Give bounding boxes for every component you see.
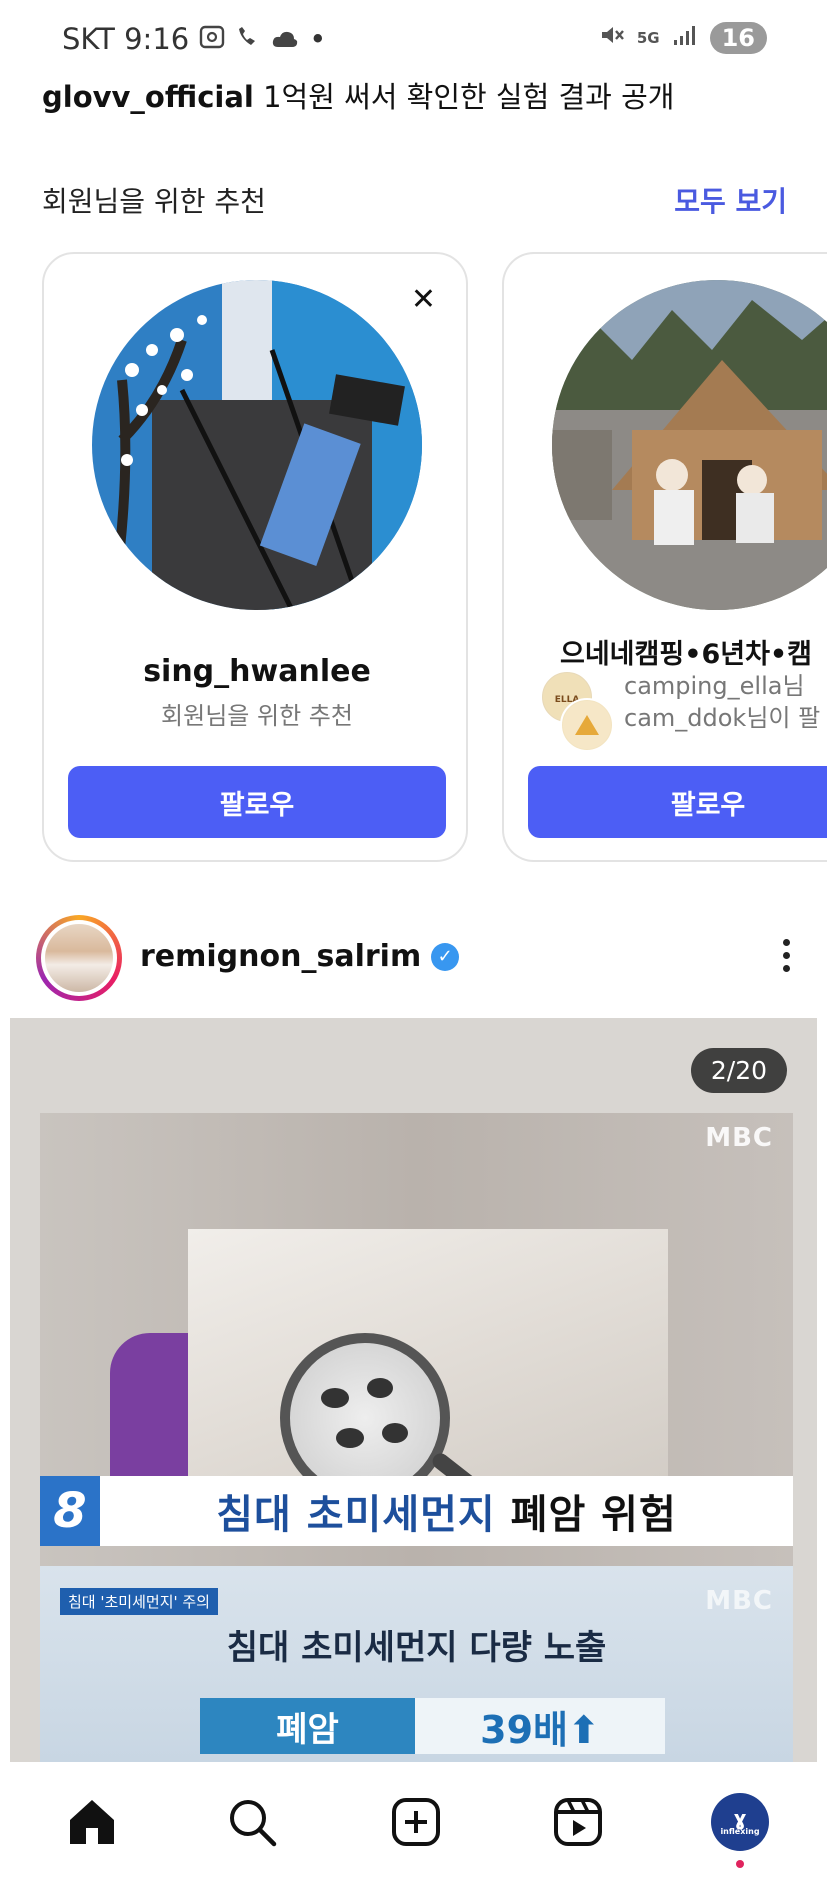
mutual-line2: cam_ddok님이 팔 — [624, 704, 821, 732]
channel-number: 8 — [40, 1476, 100, 1546]
news-headline-bar: 8 침대 초미세먼지 폐암 위험 — [40, 1476, 793, 1546]
suggestion-card[interactable]: 으네네캠핑•6년차•캠 ELLA camping_ella님 cam_ddok님… — [502, 252, 827, 862]
post-username-text[interactable]: remignon_salrim — [140, 939, 421, 974]
follow-button[interactable]: 팔로우 — [528, 766, 827, 838]
reels-icon[interactable] — [548, 1792, 608, 1852]
status-right: 5G 16 — [599, 22, 767, 54]
network-label: 5G — [636, 29, 660, 47]
suggestion-subtitle: 회원님을 위한 추천 — [161, 702, 353, 730]
news-frame-bottom: 침대 '초미세먼지' 주의 MBC 침대 초미세먼지 다량 노출 폐암 39배⬆ — [40, 1566, 793, 1762]
suggestion-name[interactable]: sing_hwanlee — [44, 654, 466, 689]
suggestions-header: 회원님을 위한 추천 모두 보기 — [42, 180, 787, 220]
suggestions-title: 회원님을 위한 추천 — [42, 185, 266, 218]
dot-icon: • — [309, 22, 327, 56]
more-options-icon[interactable] — [776, 939, 796, 979]
avatar[interactable]: ɣ inflexing — [711, 1793, 769, 1851]
news-small-tag: 침대 '초미세먼지' 주의 — [60, 1588, 218, 1615]
status-bar: SKT 9:16 • 5G 16 — [0, 0, 827, 72]
suggestion-avatar[interactable] — [552, 280, 827, 610]
status-left: SKT 9:16 • — [62, 22, 326, 56]
stat-value: 39배⬆ — [415, 1698, 665, 1754]
post-username[interactable]: remignon_salrim ✓ — [140, 939, 460, 974]
create-post-icon[interactable] — [386, 1792, 446, 1852]
post-avatar[interactable] — [41, 920, 117, 996]
mute-icon — [599, 23, 625, 53]
broadcaster-logo: MBC — [705, 1123, 773, 1153]
mutual-avatar — [560, 698, 614, 752]
headline-2: 침대 초미세먼지 다량 노출 — [226, 1628, 607, 1668]
stat-label: 폐암 — [200, 1698, 415, 1754]
suggestion-card[interactable]: ✕ sing_hwanlee 회원님을 위한 추천 팔로우 — [42, 252, 468, 862]
close-icon[interactable]: ✕ — [411, 282, 436, 317]
caption-username[interactable]: glovv_official — [42, 80, 254, 114]
post-header: remignon_salrim ✓ — [36, 915, 796, 1003]
mutual-text: camping_ella님 cam_ddok님이 팔 — [624, 670, 820, 734]
follow-button[interactable]: 팔로우 — [68, 766, 446, 838]
bottom-nav: ɣ inflexing — [0, 1762, 827, 1885]
battery-indicator: 16 — [709, 22, 767, 54]
post-caption: glovv_official 1억원 써서 확인한 실험 결과 공개 — [42, 74, 674, 116]
carrier-time: SKT 9:16 — [62, 22, 190, 56]
image-counter: 2/20 — [690, 1048, 787, 1093]
story-ring[interactable] — [36, 915, 122, 1001]
verified-badge-icon: ✓ — [431, 942, 460, 971]
suggestion-avatar[interactable] — [92, 280, 422, 610]
search-icon[interactable] — [222, 1792, 282, 1852]
broadcaster-logo: MBC — [705, 1586, 773, 1616]
headline-1: 침대 초미세먼지 폐암 위험 — [100, 1482, 793, 1540]
call-icon — [235, 22, 261, 56]
mutual-line1: camping_ella님 — [624, 672, 805, 700]
cloud-icon — [271, 22, 299, 56]
profile-logo-icon: ɣ — [733, 1805, 747, 1830]
profile-avatar[interactable]: ɣ inflexing — [710, 1792, 770, 1868]
screenshot-icon — [199, 22, 225, 56]
notification-dot — [736, 1860, 744, 1868]
avatar-image — [45, 924, 113, 992]
headline-1-blue: 침대 초미세먼지 — [216, 1492, 496, 1538]
suggestion-name[interactable]: 으네네캠핑•6년차•캠 — [560, 632, 812, 671]
signal-icon — [672, 24, 698, 52]
home-icon[interactable] — [62, 1792, 122, 1852]
post-image[interactable]: MBC 2/20 8 침대 초미세먼지 폐암 위험 침대 '초미세먼지' 주의 … — [10, 1018, 817, 1762]
see-all-link[interactable]: 모두 보기 — [674, 180, 787, 220]
headline-1-black: 폐암 위험 — [510, 1492, 677, 1538]
profile-avatar-label: inflexing — [720, 1826, 760, 1836]
caption-text: 1억원 써서 확인한 실험 결과 공개 — [263, 80, 675, 114]
